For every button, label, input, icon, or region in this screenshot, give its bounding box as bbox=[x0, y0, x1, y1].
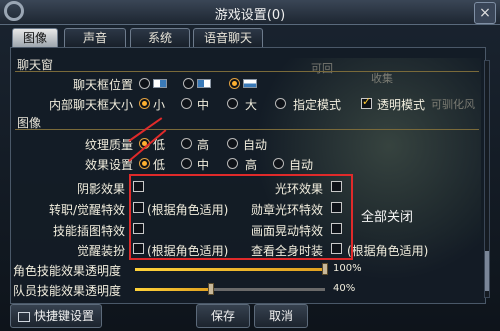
texture-quality-label: 纹理质量 bbox=[84, 138, 133, 152]
chat-position-radio-1[interactable] bbox=[139, 78, 150, 89]
divider bbox=[15, 71, 479, 72]
chat-size-radio-medium[interactable] bbox=[181, 98, 192, 109]
chat-size-label: 内部聊天框大小 bbox=[48, 98, 133, 112]
slider-thumb[interactable] bbox=[322, 263, 328, 275]
title-bar[interactable]: 游戏设置(0) × bbox=[0, 0, 500, 25]
highlight-box bbox=[129, 174, 353, 260]
chat-position-icon-3 bbox=[243, 79, 257, 88]
slider-fill bbox=[135, 288, 211, 291]
save-button[interactable]: 保存 bbox=[196, 304, 250, 328]
slider-value: 100% bbox=[333, 263, 362, 274]
background-text: 可驯化风 bbox=[431, 98, 475, 111]
slider-thumb[interactable] bbox=[208, 283, 214, 295]
cancel-button[interactable]: 取消 bbox=[254, 304, 308, 328]
chat-position-radio-2[interactable] bbox=[183, 78, 194, 89]
chat-size-option: 大 bbox=[245, 98, 258, 112]
texture-option: 高 bbox=[197, 138, 210, 152]
chat-position-icon-1 bbox=[153, 79, 167, 88]
window-title: 游戏设置(0) bbox=[214, 8, 286, 23]
texture-option: 自动 bbox=[243, 138, 268, 152]
scrollbar-thumb[interactable] bbox=[485, 251, 489, 291]
transparent-mode-checkbox[interactable] bbox=[361, 95, 372, 109]
chat-size-radio-custom[interactable] bbox=[275, 98, 286, 109]
effect-option: 低 bbox=[153, 158, 166, 172]
chat-position-label: 聊天框位置 bbox=[72, 78, 133, 92]
effect-radio-auto[interactable] bbox=[273, 158, 284, 169]
chat-position-radio-3[interactable] bbox=[229, 78, 240, 89]
chat-size-option: 指定模式 bbox=[293, 98, 342, 112]
chat-size-option: 小 bbox=[153, 98, 166, 112]
shortcut-settings-label: 快捷键设置 bbox=[33, 309, 94, 323]
close-icon[interactable]: × bbox=[474, 2, 496, 24]
background-text: 收集 bbox=[371, 72, 393, 85]
tab-sound[interactable]: 声音 bbox=[64, 28, 126, 47]
transparent-mode-label: 透明模式 bbox=[377, 98, 426, 112]
awaken-effect-label: 转职/觉醒特效 bbox=[48, 203, 125, 217]
tab-voice-chat[interactable]: 语音聊天 bbox=[193, 28, 263, 47]
effect-radio-medium[interactable] bbox=[181, 158, 192, 169]
tab-system[interactable]: 系统 bbox=[130, 28, 190, 47]
awaken-costume-label: 觉醒装扮 bbox=[76, 244, 125, 258]
effect-radio-high[interactable] bbox=[227, 158, 238, 169]
background-text: 可回 bbox=[311, 62, 333, 75]
slider-label: 角色技能效果透明度 bbox=[13, 264, 122, 278]
chat-size-radio-large[interactable] bbox=[227, 98, 238, 109]
chat-size-option: 中 bbox=[197, 98, 210, 112]
effect-radio-low[interactable] bbox=[139, 158, 150, 169]
skill-cutin-label: 技能插图特效 bbox=[52, 224, 125, 238]
settings-window: 游戏设置(0) × 图像 声音 系统 语音聊天 可回 收集 可驯化风 聊天窗 聊… bbox=[0, 0, 500, 331]
effect-option: 高 bbox=[245, 158, 258, 172]
effect-settings-label: 效果设置 bbox=[84, 158, 133, 172]
effect-option: 中 bbox=[197, 158, 210, 172]
annotation-text: 全部关闭 bbox=[361, 210, 414, 225]
texture-radio-high[interactable] bbox=[181, 138, 192, 149]
slider-value: 40% bbox=[333, 283, 356, 294]
effect-option: 自动 bbox=[289, 158, 314, 172]
settings-panel: 可回 收集 可驯化风 聊天窗 聊天框位置 内部聊天框大小 小 中 大 指定模式 … bbox=[10, 47, 486, 304]
divider bbox=[15, 129, 479, 130]
slider-fill bbox=[135, 268, 325, 271]
texture-radio-auto[interactable] bbox=[227, 138, 238, 149]
tab-graphics[interactable]: 图像 bbox=[12, 28, 58, 47]
chat-size-radio-small[interactable] bbox=[139, 98, 150, 109]
keyboard-icon bbox=[17, 311, 30, 322]
chat-position-icon-2 bbox=[197, 79, 211, 88]
slider-label: 队员技能效果透明度 bbox=[13, 284, 122, 298]
scrollbar[interactable] bbox=[484, 60, 490, 298]
shortcut-settings-button[interactable]: 快捷键设置 bbox=[10, 304, 102, 328]
shadow-effect-label: 阴影效果 bbox=[76, 182, 125, 196]
full-costume-note: (根据角色适用) bbox=[347, 244, 429, 258]
